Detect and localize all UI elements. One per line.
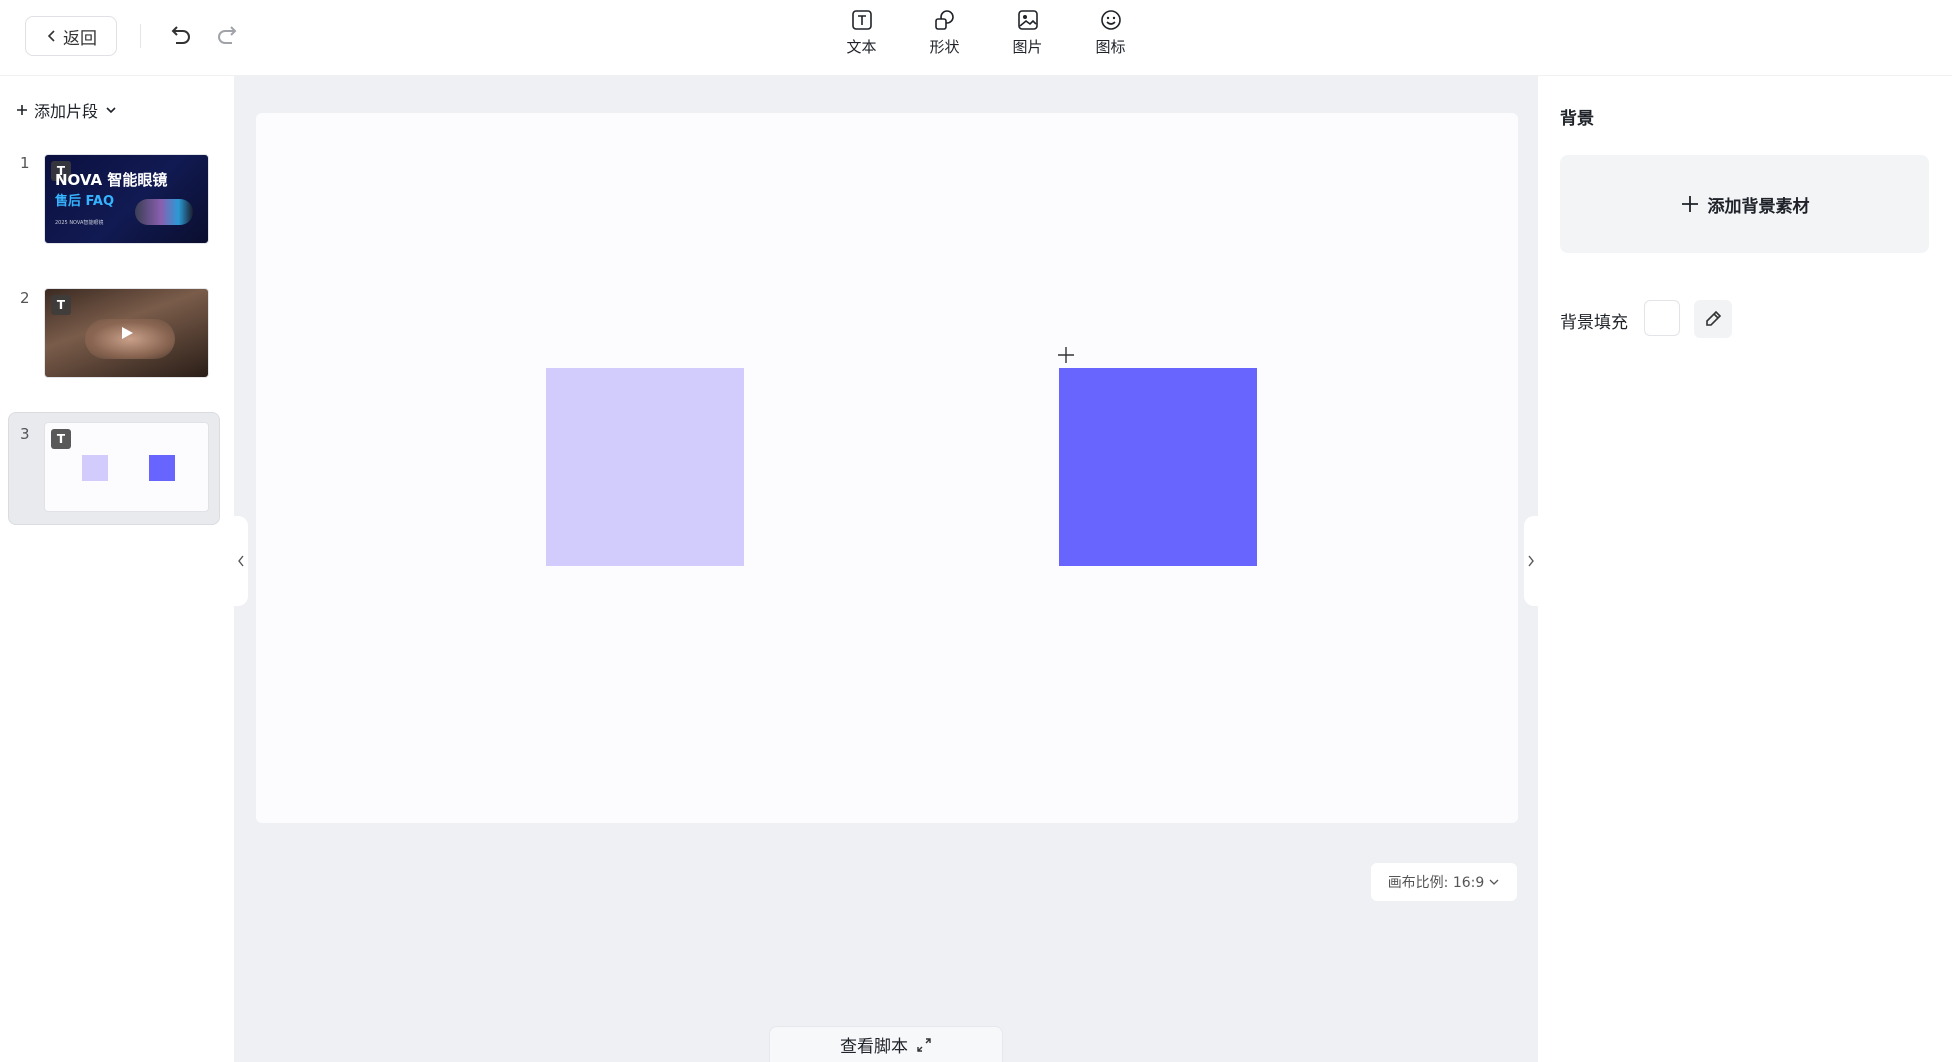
background-fill-label: 背景填充 <box>1560 313 1628 333</box>
plus-icon <box>1681 196 1698 212</box>
top-toolbar: 返回 文本 形状 图片 图标 <box>0 0 1952 76</box>
background-section-title: 背景 <box>1560 109 1594 129</box>
text-icon <box>851 10 872 30</box>
thumb-title-1: NOVA 智能眼镜 <box>55 171 168 189</box>
segment-panel: 添加片段 1 T NOVA 智能眼镜 售后 FAQ 2025 NOVA智能眼镜 … <box>0 76 234 1062</box>
tool-icon[interactable]: 图标 <box>1069 8 1152 57</box>
chevron-left-icon <box>47 30 55 42</box>
insert-tools: 文本 形状 图片 图标 <box>820 8 1152 57</box>
smiley-icon <box>1100 10 1121 30</box>
chevron-right-icon <box>1528 555 1534 567</box>
shape-icon <box>934 10 954 30</box>
tool-text-label: 文本 <box>846 38 877 56</box>
add-background-material-button[interactable]: 添加背景素材 <box>1560 155 1929 253</box>
chevron-down-icon <box>1489 879 1499 885</box>
tool-text[interactable]: 文本 <box>820 8 903 57</box>
glasses-image <box>135 199 193 225</box>
text-badge: T <box>51 295 71 315</box>
thumb-title-2: 售后 FAQ <box>55 194 115 209</box>
collapse-right-panel-button[interactable] <box>1524 516 1538 606</box>
tool-shape[interactable]: 形状 <box>903 8 986 57</box>
add-segment-label: 添加片段 <box>34 102 99 121</box>
play-icon <box>122 327 133 339</box>
tool-image[interactable]: 图片 <box>986 8 1069 57</box>
segment-number: 3 <box>20 425 30 443</box>
segment-thumbnail-2[interactable]: T <box>44 288 209 378</box>
canvas-ratio-label: 画布比例: 16:9 <box>1387 875 1485 891</box>
chevron-left-icon <box>238 555 244 567</box>
tool-image-label: 图片 <box>1012 38 1043 56</box>
background-fill-color-swatch[interactable] <box>1644 300 1680 336</box>
text-badge: T <box>51 429 71 449</box>
crosshair-cursor-icon <box>1058 347 1074 363</box>
slide-canvas[interactable] <box>256 113 1518 823</box>
segment-number: 2 <box>20 289 30 307</box>
back-label: 返回 <box>63 28 97 49</box>
back-button[interactable]: 返回 <box>25 16 117 56</box>
tool-icon-label: 图标 <box>1095 38 1126 56</box>
collapse-left-panel-button[interactable] <box>234 516 248 606</box>
expand-icon <box>917 1037 931 1052</box>
shape-square-light[interactable] <box>546 368 744 566</box>
segment-thumbnail-1[interactable]: T NOVA 智能眼镜 售后 FAQ 2025 NOVA智能眼镜 <box>44 154 209 244</box>
chevron-down-icon <box>106 107 116 114</box>
thumb-shape-light <box>82 455 108 481</box>
image-icon <box>1017 10 1038 30</box>
segment-number: 1 <box>20 154 30 172</box>
properties-panel: 背景 添加背景素材 背景填充 <box>1538 76 1952 1062</box>
add-segment-button[interactable]: 添加片段 <box>16 98 118 122</box>
eyedropper-button[interactable] <box>1694 300 1732 338</box>
toolbar-divider <box>140 24 141 48</box>
view-script-button[interactable]: 查看脚本 <box>769 1026 1003 1062</box>
tool-shape-label: 形状 <box>929 38 960 56</box>
undo-icon[interactable] <box>166 22 194 50</box>
canvas-ratio-dropdown[interactable]: 画布比例: 16:9 <box>1371 863 1517 901</box>
view-script-label: 查看脚本 <box>840 1037 908 1057</box>
redo-icon[interactable] <box>214 22 242 50</box>
plus-icon <box>17 105 27 115</box>
add-background-label: 添加背景素材 <box>1707 196 1810 217</box>
shape-square-dark[interactable] <box>1059 368 1257 566</box>
canvas-area: 画布比例: 16:9 查看脚本 <box>234 76 1538 1062</box>
thumb-shape-dark <box>149 455 175 481</box>
eyedropper-icon <box>1706 310 1722 326</box>
thumb-footer: 2025 NOVA智能眼镜 <box>55 220 104 226</box>
segment-thumbnail-3[interactable]: T <box>44 422 209 512</box>
